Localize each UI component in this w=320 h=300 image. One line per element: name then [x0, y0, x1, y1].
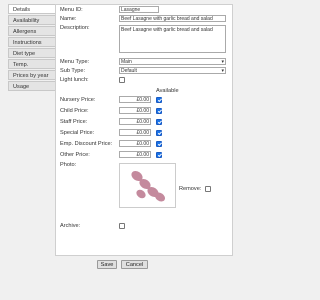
archive-label: Archive: [60, 223, 81, 229]
available-header: Available [156, 88, 179, 94]
tab-list: Details Availability Allergens Instructi… [8, 4, 55, 92]
save-button[interactable]: Save [97, 260, 117, 269]
light-lunch-label: Light lunch: [60, 77, 89, 83]
menu-id-label: Menu ID: [60, 7, 83, 13]
details-panel: Menu ID: Lasagne Name: Beef Lasagne with… [55, 4, 233, 256]
staff-price-input[interactable]: £0.00 [119, 118, 151, 125]
tab-temp[interactable]: Temp. [8, 59, 55, 69]
tab-instructions[interactable]: Instructions [8, 37, 55, 47]
sub-type-value: Default [121, 68, 137, 74]
emp-discount-price-label: Emp. Discount Price: [60, 141, 113, 147]
menu-type-select[interactable]: Main ▾ [119, 58, 226, 65]
special-price-input[interactable]: £0.00 [119, 129, 151, 136]
tab-usage[interactable]: Usage [8, 81, 55, 91]
name-input[interactable]: Beef Lasagne with garlic bread and salad [119, 15, 226, 22]
tab-allergens[interactable]: Allergens [8, 26, 55, 36]
special-price-label: Special Price: [60, 130, 95, 136]
cancel-button[interactable]: Cancel [121, 260, 148, 269]
emp-discount-price-input[interactable]: £0.00 [119, 140, 151, 147]
other-price-input[interactable]: £0.00 [119, 151, 151, 158]
child-price-input[interactable]: £0.00 [119, 107, 151, 114]
photo-box[interactable] [119, 163, 176, 208]
menu-id-input[interactable]: Lasagne [119, 6, 159, 13]
tab-availability[interactable]: Availability [8, 15, 55, 25]
chevron-down-icon: ▾ [221, 68, 224, 74]
emp-discount-available-checkbox[interactable] [156, 141, 162, 147]
tab-diet-type[interactable]: Diet type [8, 48, 55, 58]
child-price-label: Child Price: [60, 108, 89, 114]
remove-photo-checkbox[interactable] [205, 186, 211, 192]
remove-photo-label: Remove: [179, 186, 202, 192]
sub-type-label: Sub Type: [60, 68, 86, 74]
light-lunch-checkbox[interactable] [119, 77, 125, 83]
tab-prices-by-year[interactable]: Prices by year [8, 70, 55, 80]
nursery-available-checkbox[interactable] [156, 97, 162, 103]
photo-label: Photo: [60, 162, 77, 168]
logo-image [131, 170, 166, 202]
menu-type-label: Menu Type: [60, 59, 90, 65]
sub-type-select[interactable]: Default ▾ [119, 67, 226, 74]
other-price-label: Other Price: [60, 152, 90, 158]
nursery-price-input[interactable]: £0.00 [119, 96, 151, 103]
menu-type-value: Main [121, 59, 132, 65]
description-label: Description: [60, 25, 90, 31]
archive-checkbox[interactable] [119, 223, 125, 229]
description-textarea[interactable]: Beef Lasagne with garlic bread and salad [119, 25, 226, 53]
special-available-checkbox[interactable] [156, 130, 162, 136]
staff-price-label: Staff Price: [60, 119, 88, 125]
staff-available-checkbox[interactable] [156, 119, 162, 125]
name-label: Name: [60, 16, 77, 22]
nursery-price-label: Nursery Price: [60, 97, 96, 103]
other-available-checkbox[interactable] [156, 152, 162, 158]
tab-details[interactable]: Details [8, 4, 55, 14]
child-available-checkbox[interactable] [156, 108, 162, 114]
chevron-down-icon: ▾ [221, 59, 224, 65]
